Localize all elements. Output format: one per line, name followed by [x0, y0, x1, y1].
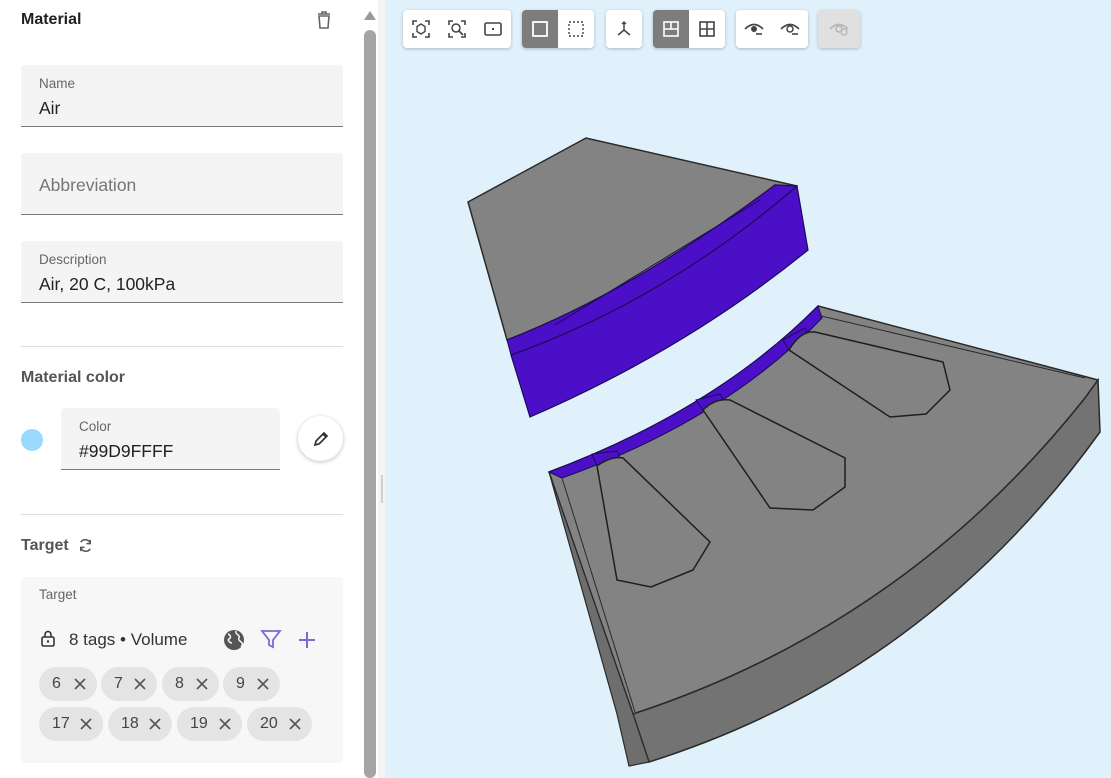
hidden-toggle-icon — [829, 23, 849, 36]
divider — [21, 514, 343, 515]
edit-color-button[interactable] — [298, 416, 343, 461]
axes-button[interactable] — [606, 10, 642, 48]
tag-chip[interactable]: 7 — [101, 667, 157, 701]
single-view-icon — [663, 21, 679, 37]
visibility-group — [736, 10, 808, 48]
divider — [21, 346, 343, 347]
panel-splitter[interactable] — [378, 0, 385, 778]
tag-chip-label: 6 — [52, 675, 61, 692]
description-field[interactable]: Description Air, 20 C, 100kPa — [21, 241, 343, 303]
target-label: Target — [39, 587, 77, 602]
remove-tag-icon[interactable] — [218, 717, 232, 731]
model-scene[interactable] — [385, 0, 1111, 778]
scroll-up-arrow[interactable] — [364, 11, 376, 20]
remove-tag-icon[interactable] — [73, 677, 87, 691]
target-summary: 8 tags • Volume — [69, 630, 188, 649]
fit-all-icon — [412, 20, 430, 38]
filter-icon[interactable] — [260, 628, 282, 650]
tag-chip[interactable]: 17 — [39, 707, 103, 741]
color-label: Color — [79, 419, 112, 434]
quad-view-button[interactable] — [689, 10, 725, 48]
remove-tag-icon[interactable] — [148, 717, 162, 731]
name-label: Name — [39, 76, 76, 91]
tag-chip-label: 19 — [190, 715, 208, 732]
name-field[interactable]: Name Air — [21, 65, 343, 127]
abbreviation-field[interactable]: Abbreviation — [21, 153, 343, 215]
description-value[interactable]: Air, 20 C, 100kPa — [39, 274, 175, 295]
name-value[interactable]: Air — [39, 98, 60, 119]
show-icon — [744, 23, 764, 35]
zoom-selection-icon — [448, 20, 466, 38]
color-field[interactable]: Color #99D9FFFF — [61, 408, 280, 470]
solid-view-button[interactable] — [522, 10, 558, 48]
tag-chip[interactable]: 18 — [108, 707, 172, 741]
globe-icon[interactable] — [222, 628, 246, 652]
tag-chip[interactable]: 9 — [223, 667, 280, 701]
tag-chip[interactable]: 19 — [177, 707, 242, 741]
frame-icon — [484, 22, 502, 36]
tag-chip-label: 17 — [52, 715, 70, 732]
tag-chip-label: 7 — [114, 675, 123, 692]
tag-chip-label: 9 — [236, 675, 245, 692]
tag-chip[interactable]: 8 — [162, 667, 219, 701]
target-section-title: Target — [21, 537, 69, 554]
remove-tag-icon[interactable] — [133, 677, 147, 691]
3d-viewport[interactable] — [385, 0, 1111, 778]
layout-group — [653, 10, 725, 48]
tag-chip-label: 20 — [260, 715, 278, 732]
material-panel: Material Name Air Abbreviation Descripti… — [0, 0, 362, 778]
view-toolbar-group — [403, 10, 511, 48]
delete-icon[interactable] — [314, 10, 334, 30]
fit-all-button[interactable] — [403, 10, 439, 48]
wireframe-view-icon — [568, 21, 584, 37]
remove-tag-icon[interactable] — [195, 677, 209, 691]
scrollbar-thumb[interactable] — [364, 30, 376, 778]
tag-chip-label: 18 — [121, 715, 139, 732]
zoom-selection-button[interactable] — [439, 10, 475, 48]
panel-title: Material — [21, 11, 82, 28]
refresh-icon[interactable] — [77, 537, 94, 554]
hidden-toggle-group — [818, 10, 860, 48]
render-mode-group — [522, 10, 594, 48]
show-button[interactable] — [736, 10, 772, 48]
single-view-button[interactable] — [653, 10, 689, 48]
color-swatch — [21, 429, 43, 451]
add-icon[interactable] — [296, 629, 318, 651]
splitter-handle[interactable] — [381, 475, 383, 503]
description-label: Description — [39, 252, 107, 267]
remove-tag-icon[interactable] — [256, 677, 270, 691]
tag-chip-label: 8 — [175, 675, 184, 692]
tag-chip[interactable]: 6 — [39, 667, 97, 701]
solid-view-icon — [532, 21, 548, 37]
axes-group — [606, 10, 642, 48]
lock-icon[interactable] — [39, 629, 57, 647]
tag-chip[interactable]: 20 — [247, 707, 312, 741]
material-color-title: Material color — [21, 369, 126, 386]
wireframe-view-button[interactable] — [558, 10, 594, 48]
hide-button[interactable] — [772, 10, 808, 48]
hidden-toggle-button[interactable] — [818, 10, 860, 48]
frame-button[interactable] — [475, 10, 511, 48]
quad-view-icon — [699, 21, 715, 37]
lower-sector[interactable] — [547, 305, 1101, 767]
axes-icon — [617, 21, 631, 36]
hide-icon — [780, 23, 800, 35]
remove-tag-icon[interactable] — [79, 717, 93, 731]
abbreviation-placeholder[interactable]: Abbreviation — [39, 175, 136, 196]
remove-tag-icon[interactable] — [288, 717, 302, 731]
color-value[interactable]: #99D9FFFF — [79, 441, 173, 462]
pencil-icon — [313, 431, 328, 446]
